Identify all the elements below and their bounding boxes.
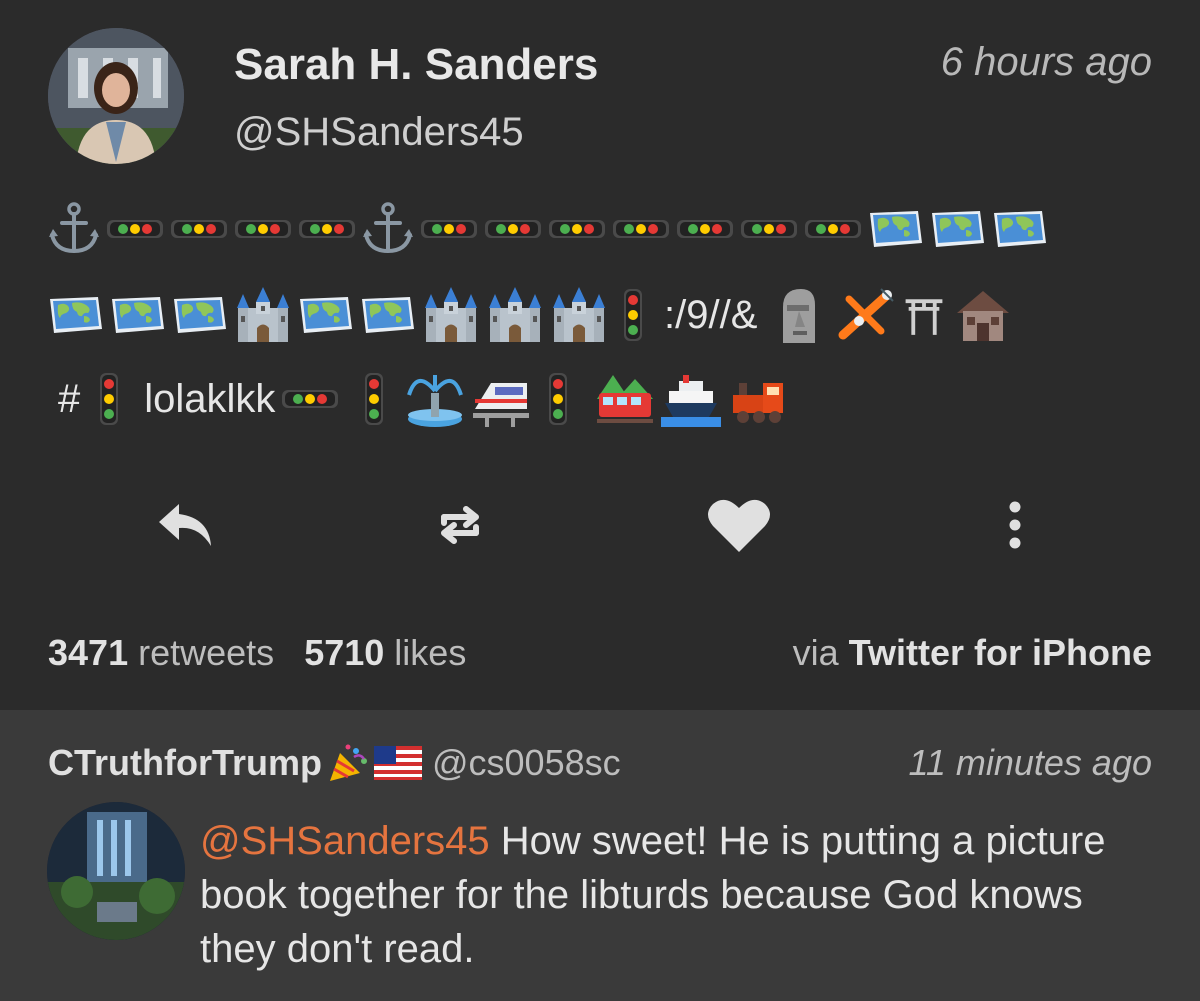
locomotive-emoji [733, 383, 784, 423]
retweet-icon [441, 506, 479, 544]
tweet-text-fragment: lolaklkk [144, 376, 276, 421]
mountain-railway-emoji [597, 375, 654, 423]
moai-emoji [783, 289, 816, 343]
castle-emoji [234, 286, 292, 344]
horizontal-traffic-light-emoji [612, 217, 670, 241]
vertical-traffic-light-emoji [98, 372, 120, 426]
more-icon [1009, 501, 1021, 549]
reply-timestamp: 11 minutes ago [908, 742, 1153, 783]
horizontal-traffic-light-emoji [548, 217, 606, 241]
castle-emoji [422, 286, 480, 344]
tweet-body-line-3: # lolaklkk [48, 366, 787, 432]
tweet-stats: 3471 retweets 5710 likes [48, 632, 466, 674]
reply-button[interactable] [150, 490, 220, 560]
tweet-body-line-2: :/9//& [48, 282, 1013, 348]
tweet-detail: Sarah H. Sanders @SHSanders45 6 hours ag… [0, 0, 1200, 710]
derelict-house-emoji [957, 291, 1010, 341]
reply-avatar[interactable] [47, 802, 185, 940]
horizontal-traffic-light-emoji [298, 217, 356, 241]
retweets-count: 3471 [48, 632, 129, 673]
retweet-button[interactable] [425, 490, 495, 560]
world-map-emoji [360, 295, 416, 335]
world-map-emoji [298, 295, 354, 335]
horizontal-traffic-light-emoji [281, 387, 339, 411]
monorail-emoji [473, 383, 530, 427]
world-map-emoji [868, 209, 924, 249]
more-options-button[interactable] [990, 490, 1040, 560]
vertical-traffic-light-emoji [363, 372, 385, 426]
vertical-traffic-light-emoji [622, 288, 644, 342]
reply-text: @SHSanders45 How sweet! He is putting a … [200, 814, 1140, 976]
castle-emoji [486, 286, 544, 344]
avatar[interactable] [48, 28, 184, 164]
reply-icon [159, 504, 211, 546]
tweet-source: via Twitter for iPhone [793, 632, 1152, 674]
small-airplane-emoji [838, 288, 895, 340]
likes-count: 5710 [304, 632, 385, 673]
anchor-emoji [362, 201, 414, 257]
anchor-emoji [48, 201, 100, 257]
via-label: via [792, 632, 839, 673]
party-popper-emoji [329, 744, 367, 781]
tweet-body-line-1 [48, 196, 1048, 262]
shinto-shrine-emoji [905, 299, 943, 335]
world-map-emoji [992, 209, 1048, 249]
horizontal-traffic-light-emoji [676, 217, 734, 241]
horizontal-traffic-light-emoji [484, 217, 542, 241]
world-map-emoji [172, 295, 228, 335]
horizontal-traffic-light-emoji [740, 217, 798, 241]
tweet-timestamp: 6 hours ago [940, 40, 1152, 84]
world-map-emoji [110, 295, 166, 335]
horizontal-traffic-light-emoji [170, 217, 228, 241]
vertical-traffic-light-emoji [547, 372, 569, 426]
horizontal-traffic-light-emoji [234, 217, 292, 241]
profile-photo [47, 802, 185, 940]
profile-photo [48, 28, 184, 164]
castle-emoji [550, 286, 608, 344]
retweets-label: retweets [138, 632, 275, 673]
likes-label: likes [394, 632, 467, 673]
reply-author[interactable]: CTruthforTrump @cs0058sc [48, 742, 621, 784]
mention-link[interactable]: @SHSanders45 [200, 819, 490, 863]
heart-icon [708, 499, 770, 552]
world-map-emoji [930, 209, 986, 249]
like-button[interactable] [703, 490, 775, 560]
author-name[interactable]: Sarah H. Sanders [234, 40, 598, 90]
reply-author-handle: @cs0058sc [431, 742, 621, 783]
source-app[interactable]: Twitter for iPhone [849, 632, 1152, 673]
tweet-actions [0, 490, 1200, 560]
reply-author-name: CTruthforTrump [48, 742, 322, 783]
horizontal-traffic-light-emoji [106, 217, 164, 241]
horizontal-traffic-light-emoji [804, 217, 862, 241]
hash-symbol: # [58, 376, 81, 421]
tweet-text-fragment: :/9//& [664, 292, 758, 337]
us-flag-emoji [373, 746, 422, 780]
passenger-ship-emoji [661, 375, 722, 427]
horizontal-traffic-light-emoji [420, 217, 478, 241]
fountain-emoji [407, 375, 464, 427]
author-handle[interactable]: @SHSanders45 [234, 110, 524, 155]
world-map-emoji [48, 295, 104, 335]
